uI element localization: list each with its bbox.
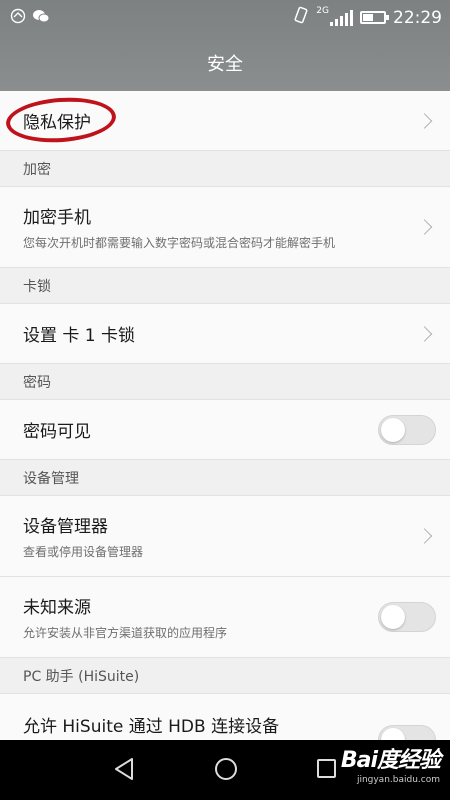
battery-icon (360, 11, 389, 24)
section-header-device-management: 设备管理 (0, 460, 450, 496)
device-admin-item[interactable]: 设备管理器 查看或停用设备管理器 (0, 496, 450, 577)
encrypt-phone-label: 加密手机 (23, 208, 91, 228)
watermark-url: jingyan.baidu.com (356, 775, 440, 785)
highlight-ring (4, 94, 118, 146)
encrypt-phone-item[interactable]: 加密手机 您每次开机时都需要输入数字密码或混合密码才能解密手机 (0, 187, 450, 268)
password-visible-toggle[interactable] (378, 414, 436, 445)
page-title: 安全 (207, 54, 243, 75)
device-admin-description: 查看或停用设备管理器 (23, 545, 144, 559)
header: 2G 22:29 安全 (0, 0, 450, 91)
back-icon[interactable] (112, 756, 136, 786)
sim-lock-label: 设置 卡 1 卡锁 (23, 326, 136, 346)
wechat-icon (32, 8, 50, 24)
password-visible-item: 密码可见 (0, 400, 450, 460)
unknown-sources-toggle[interactable] (378, 602, 436, 632)
section-header-password: 密码 (0, 364, 450, 400)
watermark: Bai度经验 jingyan.baidu.com (340, 742, 441, 798)
security-settings-screen: 2G 22:29 安全 隐私保护 加密 加密手机 您每次开机时都需要输入数字密码… (0, 0, 450, 800)
settings-list: 隐私保护 加密 加密手机 您每次开机时都需要输入数字密码或混合密码才能解密手机 … (0, 91, 450, 764)
section-header-sim-lock: 卡锁 (0, 268, 450, 304)
watermark-logo: Bai度经验 (340, 748, 441, 773)
signal-icon (330, 9, 353, 26)
notification-icon (10, 8, 26, 24)
vibrate-icon (293, 6, 309, 29)
clock: 22:29 (393, 7, 442, 28)
recent-apps-icon[interactable] (317, 759, 336, 778)
unknown-sources-item: 未知来源 允许安装从非官方渠道获取的应用程序 (0, 577, 450, 658)
privacy-protection-item[interactable]: 隐私保护 (0, 91, 450, 151)
home-icon[interactable] (215, 758, 237, 780)
status-bar: 2G 22:29 (0, 0, 450, 32)
device-admin-label: 设备管理器 (23, 517, 108, 537)
sim-lock-item[interactable]: 设置 卡 1 卡锁 (0, 304, 450, 364)
encrypt-phone-description: 您每次开机时都需要输入数字密码或混合密码才能解密手机 (23, 236, 336, 250)
section-header-encryption: 加密 (0, 151, 450, 187)
section-header-hisuite: PC 助手 (HiSuite) (0, 658, 450, 694)
network-type: 2G (316, 6, 329, 16)
